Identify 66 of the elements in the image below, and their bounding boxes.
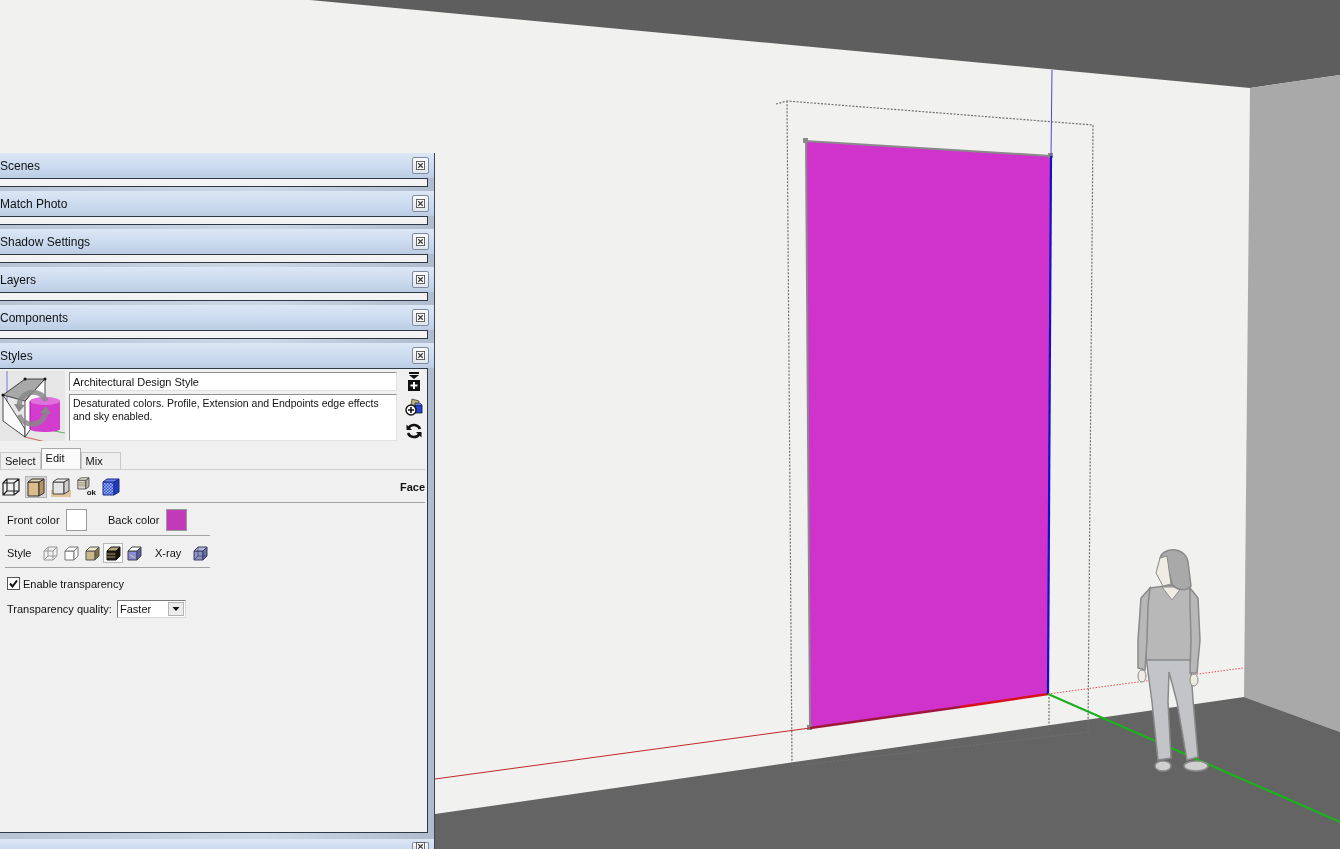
panel-title: Styles (0, 348, 33, 363)
style-label: Style (7, 547, 33, 559)
color-label: Front color (7, 514, 61, 526)
close-button[interactable] (412, 347, 429, 364)
close-button[interactable] (412, 233, 429, 250)
modeling-settings-button[interactable] (100, 476, 122, 498)
translucent-cube-icon (191, 544, 209, 562)
download-plus-icon[interactable] (405, 372, 423, 391)
cube-plus-icon[interactable] (405, 397, 423, 416)
hidden-line-style-button[interactable] (61, 543, 81, 563)
panel-header[interactable]: Styles (0, 343, 434, 368)
shaded-cube-icon (26, 477, 46, 497)
close-icon (416, 841, 425, 849)
close-icon (416, 199, 425, 208)
striped-cube-icon (104, 544, 122, 562)
background-settings-button[interactable] (50, 476, 72, 498)
close-icon (416, 237, 425, 246)
close-icon (416, 351, 425, 360)
close-button[interactable] (412, 309, 429, 326)
checkered-cube-icon (101, 477, 121, 497)
panel-title: Shadow Settings (0, 234, 91, 249)
close-button[interactable] (412, 157, 429, 174)
refresh-icon[interactable] (405, 422, 423, 441)
wireframe-cube-icon (1, 477, 21, 497)
cube-on-ground-icon (51, 477, 71, 497)
panel-header[interactable]: Shadow Settings (0, 229, 434, 254)
two-tone-cube-icon (125, 544, 143, 562)
color-swatch[interactable] (166, 509, 187, 531)
shaded-style-button[interactable] (82, 543, 102, 563)
quality-label: Transparency quality: (7, 603, 113, 615)
close-button[interactable] (412, 842, 429, 849)
wireframe-cube-icon (41, 544, 59, 562)
panel-title: Match Photo (0, 196, 68, 211)
x-ray-label: X-ray (155, 547, 183, 559)
checkbox-label[interactable]: Enable transparency (23, 577, 124, 590)
color-label: Back color (108, 514, 161, 526)
style-description-field[interactable]: Desaturated colors. Profile, Extension and Endpoints edge effects and sky enabled. (69, 394, 397, 441)
checkbox[interactable] (7, 577, 20, 590)
watermark-settings-button[interactable]: ok (75, 476, 97, 498)
color-swatch[interactable] (66, 509, 87, 531)
panel-title: Layers (0, 272, 37, 287)
style-name-field[interactable]: Architectural Design Style (69, 372, 397, 391)
face-settings-button[interactable] (25, 476, 47, 498)
close-icon (416, 313, 425, 322)
shaded-cube-icon (83, 544, 101, 562)
close-icon (416, 161, 425, 170)
section-title: Face (399, 481, 425, 493)
quality-dropdown[interactable]: Faster (117, 600, 186, 618)
caret-icon (168, 602, 184, 616)
panel-header[interactable]: Scenes (0, 153, 434, 178)
close-icon (416, 275, 425, 284)
edge-settings-button[interactable] (0, 476, 22, 498)
panel-title: Components (0, 310, 69, 325)
tab[interactable]: Edit (40, 448, 81, 469)
tab[interactable]: Mix (80, 452, 121, 469)
panel-header[interactable]: Match Photo (0, 191, 434, 216)
tab[interactable]: Select (0, 452, 41, 469)
close-button[interactable] (412, 195, 429, 212)
panel-header[interactable]: Components (0, 305, 434, 330)
textured-style-button[interactable] (103, 543, 123, 563)
outlined-cube-icon (62, 544, 80, 562)
x-ray-toggle[interactable] (190, 543, 210, 563)
monochrome-style-button[interactable] (124, 543, 144, 563)
panel-header[interactable]: Layers (0, 267, 434, 292)
panel-title: Scenes (0, 158, 41, 173)
close-button[interactable] (412, 271, 429, 288)
